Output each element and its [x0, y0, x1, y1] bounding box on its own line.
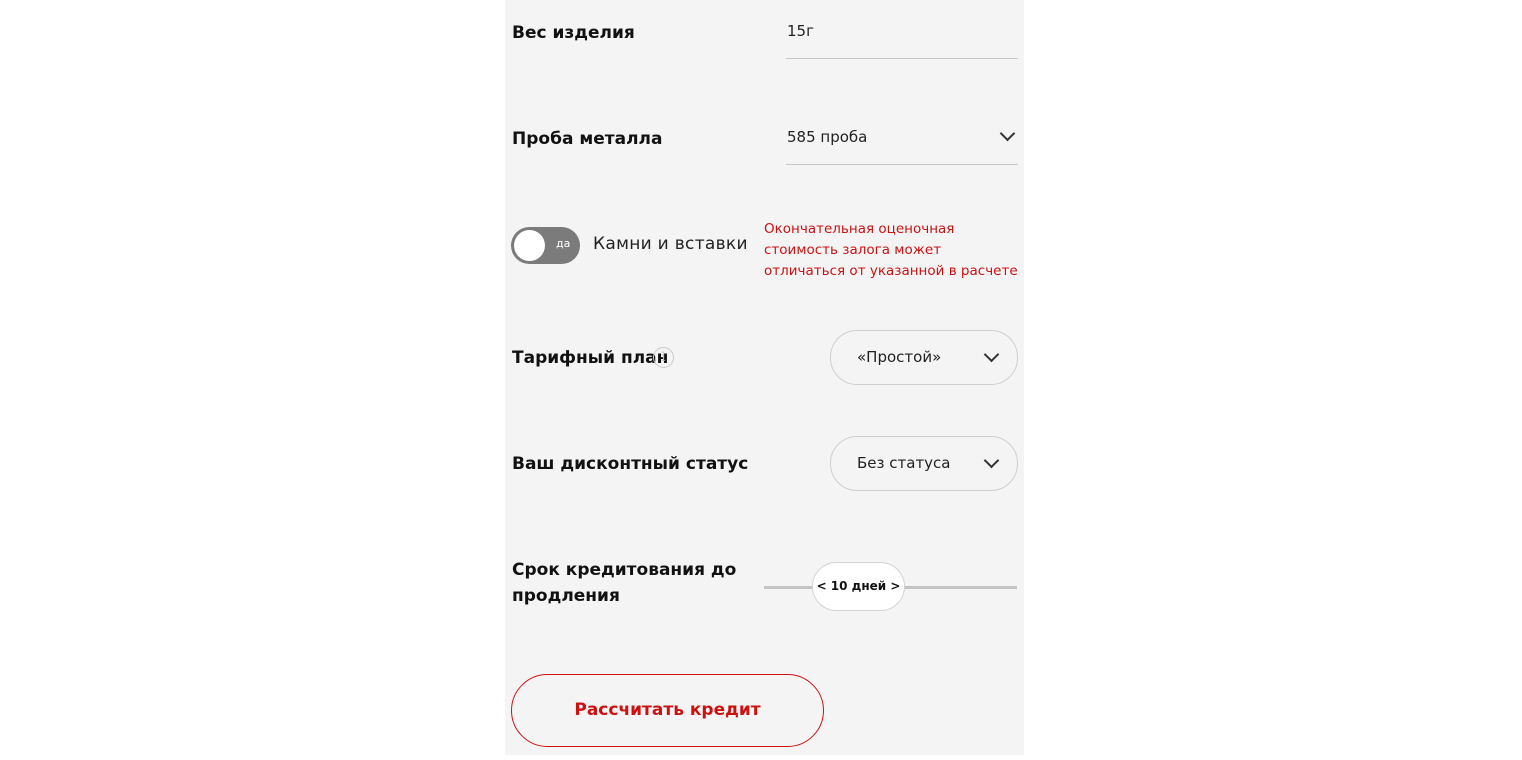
term-label-line2: продления: [512, 586, 620, 606]
toggle-knob: [514, 230, 545, 261]
chevron-down-icon: [983, 452, 1000, 469]
stones-toggle[interactable]: да: [511, 227, 580, 264]
purity-value: 585 проба: [787, 128, 868, 146]
discount-value: Без статуса: [857, 454, 951, 472]
weight-value: 15г: [787, 22, 814, 40]
credit-calculator-form: Вес изделия 15г Проба металла 585 проба …: [505, 0, 1024, 755]
tariff-label: Тарифный план: [512, 348, 669, 368]
calculate-credit-button[interactable]: Рассчитать кредит: [511, 674, 824, 747]
chevron-down-icon: [999, 125, 1016, 142]
info-icon[interactable]: i: [653, 347, 674, 368]
discount-label: Ваш дисконтный статус: [512, 454, 749, 474]
weight-label: Вес изделия: [512, 23, 635, 43]
stones-label: Камни и вставки: [593, 234, 748, 254]
purity-select[interactable]: 585 проба: [786, 106, 1018, 165]
purity-label: Проба металла: [512, 129, 663, 149]
weight-input[interactable]: 15г: [786, 0, 1018, 59]
tariff-value: «Простой»: [857, 348, 942, 366]
term-slider-thumb[interactable]: < 10 дней >: [812, 562, 905, 611]
term-label-line1: Срок кредитования до: [512, 560, 737, 580]
valuation-notice: Окончательная оценочная стоимость залога…: [764, 221, 1018, 279]
discount-select[interactable]: Без статуса: [830, 436, 1018, 491]
chevron-down-icon: [983, 346, 1000, 363]
toggle-yes-text: да: [556, 237, 571, 250]
tariff-select[interactable]: «Простой»: [830, 330, 1018, 385]
